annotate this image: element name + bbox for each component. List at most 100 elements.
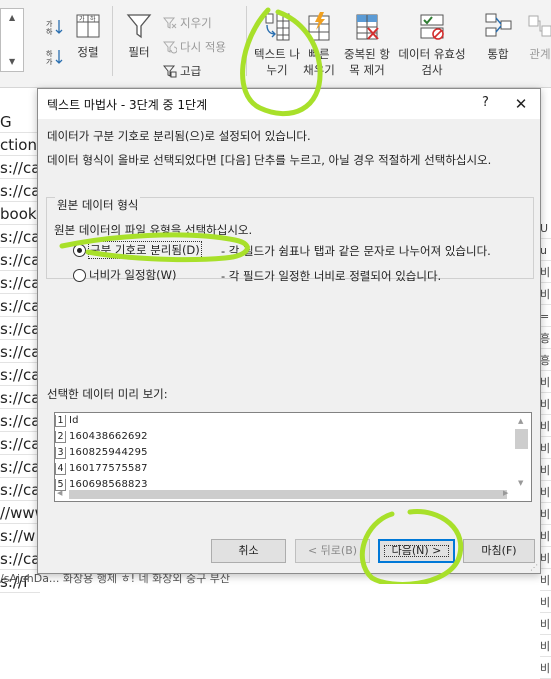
worksheet-cell[interactable]: s://ca [0, 411, 40, 432]
radio-delimited[interactable] [73, 243, 86, 257]
worksheet-cell[interactable]: s://ca [0, 250, 40, 271]
next-button[interactable]: 다음(N) > [378, 539, 455, 563]
worksheet-cell[interactable]: s://w [0, 526, 40, 547]
next-button-label: 다음(N) > [380, 541, 453, 561]
svg-text:하: 하 [46, 27, 53, 36]
preview-row-value: Id [69, 415, 79, 426]
spin-down-icon[interactable]: ▼ [9, 57, 15, 66]
worksheet-cell[interactable]: ction U [0, 135, 40, 156]
reapply-filter-button[interactable]: 다시 적용 [163, 39, 226, 55]
worksheet-cell[interactable]: 비 [540, 438, 551, 459]
worksheet-cell[interactable]: 비 [540, 262, 551, 283]
finish-button[interactable]: 마침(F) [463, 539, 535, 563]
preview-row-number: 3 [55, 447, 66, 459]
preview-row-value: 160825944295 [69, 447, 148, 458]
radio-fixed-width[interactable] [73, 268, 86, 282]
worksheet-cell[interactable]: s://ca [0, 181, 40, 202]
relationships-button[interactable]: 관계 [526, 12, 551, 62]
worksheet-cell[interactable]: u [540, 240, 551, 261]
worksheet-cell[interactable]: //www [0, 503, 40, 524]
option-fixed-width-label[interactable]: 너비가 일정함(W) [89, 267, 176, 283]
worksheet-cell[interactable]: s://ca [0, 549, 40, 570]
worksheet-cell[interactable]: G [0, 112, 40, 133]
option-delimited-label[interactable]: 구분 기호로 분리됨(D) [88, 241, 202, 259]
filter-button[interactable]: 필터 [122, 12, 156, 60]
preview-label: 선택한 데이터 미리 보기: [47, 387, 168, 401]
data-validation-button[interactable]: 데이터 유효성 검사 [396, 12, 468, 78]
clear-filter-button[interactable]: 지우기 [163, 15, 212, 31]
back-button[interactable]: < 뒤로(B) [295, 539, 370, 563]
help-button[interactable]: ? [482, 95, 489, 110]
flash-fill-button[interactable]: 빠른 채우기 [302, 12, 336, 78]
worksheet-cell[interactable]: 비 [540, 504, 551, 525]
scroll-right-icon[interactable]: ▶ [503, 489, 508, 497]
sort-icon: 가하 [76, 14, 100, 38]
worksheet-cell[interactable]: s://ca [0, 227, 40, 248]
spin-up-icon[interactable]: ▲ [9, 13, 15, 22]
scroll-thumb[interactable] [69, 490, 507, 499]
worksheet-cell[interactable]: book [0, 204, 40, 225]
flash-fill-icon [308, 12, 330, 41]
worksheet-cell[interactable]: 비 [540, 416, 551, 437]
scroll-down-icon[interactable]: ▼ [518, 479, 523, 487]
preview-horizontal-scrollbar[interactable]: ◀ ▶ [55, 489, 513, 501]
cancel-button[interactable]: 취소 [211, 539, 286, 563]
worksheet-cell[interactable]: s://ca [0, 273, 40, 294]
worksheet-cell[interactable]: 비 [540, 460, 551, 481]
worksheet-cell[interactable]: s://ca [0, 434, 40, 455]
preview-row-number: 2 [55, 431, 66, 443]
scroll-up-icon[interactable]: ▲ [518, 417, 523, 425]
worksheet-cell[interactable]: 흥 [540, 350, 551, 371]
text-to-columns-button[interactable]: 텍스트 나누기 [253, 12, 301, 78]
preview-row: 4 160177575587 [55, 463, 148, 475]
advanced-filter-button[interactable]: 고급 [163, 63, 201, 79]
text-to-columns-label: 텍스트 나누기 [254, 47, 300, 77]
data-preview-pane[interactable]: 1 Id 2 160438662692 3 160825944295 4 1601775755… [54, 412, 532, 502]
preview-vertical-scrollbar[interactable]: ▲ ▼ [514, 417, 529, 489]
sort-ascending-icon[interactable]: 가하 [46, 18, 64, 39]
worksheet-cell[interactable]: s://ca [0, 480, 40, 501]
worksheet-cell[interactable]: U [540, 218, 551, 239]
worksheet-cell[interactable]: 비 [540, 614, 551, 635]
sort-button[interactable]: 가하 정렬 [72, 12, 104, 60]
scroll-spinner[interactable]: ▲ ▼ [0, 8, 24, 72]
worksheet-cell[interactable]: 비 [540, 548, 551, 569]
ribbon: ▲ ▼ 가하 하가 가하 정렬 필터 지우기 다시 적용 고급 텍스트 나누기 … [0, 0, 551, 88]
remove-duplicates-button[interactable]: 중복된 항목 제거 [342, 12, 392, 78]
worksheet-cell[interactable]: s://ca [0, 158, 40, 179]
preview-row-number: 1 [55, 415, 66, 427]
preview-row-value: 160177575587 [69, 463, 148, 474]
ribbon-divider [112, 6, 113, 76]
worksheet-cell[interactable]: 비 [540, 394, 551, 415]
worksheet-cell[interactable]: s://ca [0, 388, 40, 409]
option-delimited[interactable]: 구분 기호로 분리됨(D) [73, 241, 202, 259]
worksheet-cell[interactable]: s://ca [0, 457, 40, 478]
worksheet-cell[interactable]: s://ca [0, 296, 40, 317]
option-fixed-width-description: - 각 필드가 일정한 너비로 정렬되어 있습니다. [221, 269, 442, 283]
scroll-left-icon[interactable]: ◀ [57, 489, 62, 497]
worksheet-cell[interactable]: 비 [540, 592, 551, 613]
svg-text:하: 하 [90, 15, 96, 23]
remove-duplicates-label: 중복된 항목 제거 [344, 47, 390, 77]
text-import-wizard-dialog: 텍스트 마법사 - 3단계 중 1단계 ? ✕ 데이터가 구분 기호로 분리됨(… [37, 88, 541, 574]
worksheet-cell[interactable]: s://ca [0, 342, 40, 363]
resize-grip-icon[interactable]: ⋰ [530, 563, 538, 572]
sort-descending-icon[interactable]: 하가 [46, 48, 64, 69]
close-icon[interactable]: ✕ [510, 93, 532, 115]
worksheet-cell[interactable]: s://ca [0, 319, 40, 340]
consolidate-button[interactable]: 통합 [480, 12, 516, 62]
relationships-icon [528, 15, 551, 37]
intro-text-1: 데이터가 구분 기호로 분리됨(으)로 설정되어 있습니다. [47, 129, 311, 143]
scroll-thumb[interactable] [515, 429, 528, 449]
worksheet-cell[interactable]: 흥 [540, 328, 551, 349]
worksheet-cell[interactable]: 비 [540, 636, 551, 657]
dialog-titlebar[interactable]: 텍스트 마법사 - 3단계 중 1단계 ? ✕ [38, 89, 540, 119]
option-fixed-width[interactable]: 너비가 일정함(W) [73, 267, 176, 283]
worksheet-cell[interactable]: 비 [540, 526, 551, 547]
worksheet-cell[interactable]: 비 [540, 284, 551, 305]
worksheet-cell[interactable]: s://ca [0, 365, 40, 386]
worksheet-cell[interactable]: 비 [540, 658, 551, 679]
worksheet-cell[interactable]: 비 [540, 482, 551, 503]
worksheet-cell[interactable]: 비 [540, 372, 551, 393]
worksheet-cell[interactable]: = [540, 306, 551, 327]
